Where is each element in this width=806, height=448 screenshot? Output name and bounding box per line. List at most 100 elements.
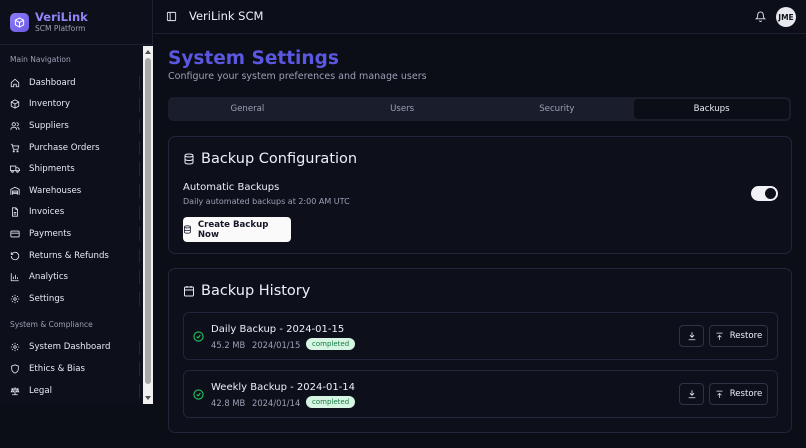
sidebar-item-shipments[interactable]: Shipments — [0, 158, 141, 180]
brand-name: VeriLink — [35, 9, 88, 24]
list-item: Weekly Backup - 2024-01-14 42.8 MB 2024/… — [183, 370, 778, 418]
backup-date: 2024/01/14 — [252, 398, 301, 408]
status-badge: completed — [306, 338, 356, 350]
users-icon — [10, 122, 20, 130]
brand[interactable]: VeriLink SCM Platform — [0, 0, 152, 45]
scrollbar-thumb[interactable] — [145, 58, 151, 384]
scroll-up-arrow-icon[interactable] — [145, 50, 151, 54]
tab-general[interactable]: General — [170, 99, 325, 119]
sidebar-item-label: Suppliers — [29, 120, 69, 131]
shield-icon — [11, 364, 19, 374]
chart-icon — [10, 273, 19, 282]
check-circle-icon — [193, 331, 204, 342]
tab-security[interactable]: Security — [480, 99, 635, 119]
check-circle-icon — [193, 389, 204, 400]
sidebar-item-label: Shipments — [29, 164, 75, 175]
backup-size: 45.2 MB — [211, 340, 246, 350]
sidebar-item-label: Legal — [29, 385, 53, 396]
sidebar-item-system-dashboard[interactable]: System Dashboard — [0, 337, 141, 359]
backup-history-card: Backup History Daily Backup - 2024-01-15… — [168, 268, 792, 433]
sidebar-item-label: Analytics — [29, 272, 69, 283]
database-icon — [184, 153, 194, 165]
create-backup-button[interactable]: Create Backup Now — [183, 217, 291, 242]
truck-icon — [10, 165, 20, 173]
sidebar-item-analytics[interactable]: Analytics — [0, 266, 141, 288]
settings-tabs: General Users Security Backups — [168, 97, 791, 121]
tab-users[interactable]: Users — [325, 99, 480, 119]
sidebar-scrollbar[interactable] — [143, 46, 153, 404]
sidebar-item-settings[interactable]: Settings — [0, 288, 141, 310]
restore-label: Restore — [729, 331, 763, 341]
sidebar-item-label: System Dashboard — [29, 342, 111, 353]
backup-size: 42.8 MB — [211, 398, 246, 408]
tab-backups[interactable]: Backups — [634, 99, 789, 119]
restore-button[interactable]: Restore — [709, 383, 768, 405]
sidebar-item-invoices[interactable]: Invoices — [0, 202, 141, 224]
sidebar-toggle-icon[interactable] — [166, 11, 177, 22]
card-icon — [10, 230, 20, 238]
system-compliance-label: System & Compliance — [10, 319, 93, 329]
upload-icon — [716, 390, 723, 398]
sidebar-item-label: Returns & Refunds — [29, 250, 109, 261]
cart-icon — [10, 143, 20, 152]
sidebar-item-label: Ethics & Bias — [29, 363, 86, 374]
page-subtitle: Configure your system preferences and ma… — [168, 71, 427, 82]
status-badge: completed — [306, 396, 356, 408]
toggle-knob — [765, 188, 776, 199]
scale-icon — [10, 386, 20, 395]
calendar-icon — [184, 286, 194, 297]
download-icon — [688, 390, 695, 399]
download-icon — [688, 332, 695, 341]
sidebar-item-label: Purchase Orders — [29, 142, 100, 153]
main-navigation-label: Main Navigation — [10, 55, 71, 64]
sidebar-item-label: Settings — [29, 293, 65, 304]
home-icon — [10, 78, 20, 87]
bell-icon[interactable] — [755, 11, 766, 22]
download-button[interactable] — [679, 325, 704, 347]
sidebar-item-legal[interactable]: Legal — [0, 380, 141, 402]
restore-label: Restore — [729, 389, 763, 399]
page-title: System Settings — [168, 48, 339, 69]
sidebar-item-warehouses[interactable]: Warehouses — [0, 180, 141, 202]
sidebar-nav: Main Navigation Dashboard Inventory Supp… — [0, 46, 141, 404]
restore-button[interactable]: Restore — [709, 325, 768, 347]
file-icon — [12, 207, 18, 217]
warehouse-icon — [10, 186, 20, 195]
backup-date: 2024/01/15 — [252, 340, 301, 350]
sidebar-item-inventory[interactable]: Inventory — [0, 94, 141, 116]
header-title: VeriLink SCM — [189, 9, 264, 23]
backup-configuration-title: Backup Configuration — [201, 151, 358, 167]
backup-name: Daily Backup - 2024-01-15 — [211, 324, 345, 335]
sidebar-item-label: Dashboard — [29, 77, 76, 88]
sidebar-item-label: Warehouses — [29, 185, 82, 196]
sidebar-item-label: Inventory — [29, 99, 71, 110]
upload-icon — [716, 332, 723, 340]
backup-configuration-card: Backup Configuration Automatic Backups D… — [168, 136, 792, 254]
gear-icon — [10, 343, 20, 352]
database-icon — [184, 225, 191, 234]
download-button[interactable] — [679, 383, 704, 405]
sidebar: VeriLink SCM Platform Main Navigation Da… — [0, 0, 153, 404]
avatar[interactable]: JME — [776, 7, 796, 27]
rotate-icon — [10, 251, 20, 260]
automatic-backups-toggle[interactable] — [751, 186, 778, 201]
sidebar-item-ethics-bias[interactable]: Ethics & Bias — [0, 358, 141, 380]
sidebar-item-label: Invoices — [29, 207, 65, 218]
top-header: VeriLink SCM JME — [154, 0, 806, 34]
sidebar-item-purchase-orders[interactable]: Purchase Orders — [0, 137, 141, 159]
sidebar-item-suppliers[interactable]: Suppliers — [0, 115, 141, 137]
cube-icon — [10, 12, 29, 32]
backup-name: Weekly Backup - 2024-01-14 — [211, 382, 356, 393]
package-icon — [10, 99, 20, 110]
sidebar-item-returns-refunds[interactable]: Returns & Refunds — [0, 245, 141, 267]
list-item: Daily Backup - 2024-01-15 45.2 MB 2024/0… — [183, 312, 778, 360]
backup-history-title: Backup History — [201, 283, 311, 299]
sidebar-item-label: Payments — [29, 228, 72, 239]
create-backup-label: Create Backup Now — [197, 219, 269, 240]
scroll-down-arrow-icon[interactable] — [145, 396, 151, 400]
automatic-backups-description: Daily automated backups at 2:00 AM UTC — [183, 197, 350, 206]
sidebar-item-payments[interactable]: Payments — [0, 223, 141, 245]
gear-icon — [10, 294, 20, 303]
sidebar-item-dashboard[interactable]: Dashboard — [0, 72, 141, 94]
brand-subtitle: SCM Platform — [35, 23, 86, 33]
